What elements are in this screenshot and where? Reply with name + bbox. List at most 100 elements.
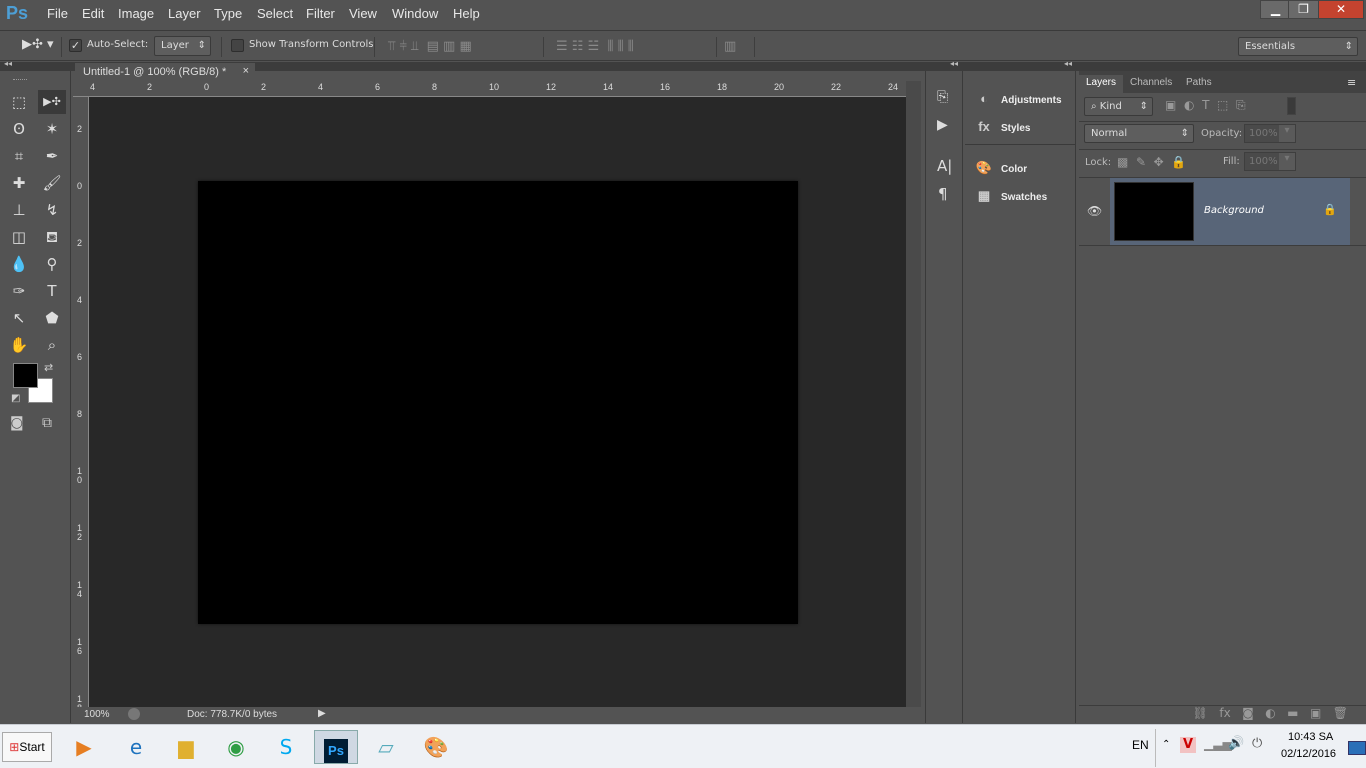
blend-mode-dropdown[interactable]: Normal ⇕	[1084, 124, 1194, 143]
history-icon[interactable]: ⎘	[937, 89, 948, 105]
skype-icon[interactable]: S	[266, 730, 306, 764]
paragraph-icon[interactable]: ¶	[938, 185, 948, 203]
menu-filter[interactable]: Filter	[306, 6, 335, 21]
workspace-dropdown[interactable]: Essentials ⇕	[1238, 37, 1358, 56]
default-colors-icon[interactable]: ◩	[11, 393, 20, 404]
dodge-tool-icon[interactable]: ⚲	[38, 252, 66, 276]
type-tool-icon[interactable]: T	[38, 279, 66, 303]
clock-date[interactable]: 02/12/2016	[1281, 748, 1336, 760]
magic-wand-tool-icon[interactable]: ✶	[38, 117, 66, 141]
zoom-tool-icon[interactable]: ⌕	[38, 333, 66, 357]
status-arrow-icon[interactable]: ▶	[318, 708, 326, 719]
blur-tool-icon[interactable]: 💧	[5, 252, 33, 276]
media-player-icon[interactable]: ▶	[64, 730, 104, 764]
lasso-tool-icon[interactable]: ʘ	[5, 117, 33, 141]
notepad-icon[interactable]: ▱	[366, 730, 406, 764]
filter-toggle[interactable]	[1287, 97, 1296, 115]
eraser-tool-icon[interactable]: ◫	[5, 225, 33, 249]
visibility-eye-icon[interactable]: 👁	[1087, 204, 1102, 218]
quick-mask-icon[interactable]: ◙	[10, 415, 24, 431]
move-tool-icon[interactable]: ▶✣	[38, 90, 66, 114]
eyedropper-tool-icon[interactable]: ✒	[38, 144, 66, 168]
clock-time[interactable]: 10:43 SA	[1288, 731, 1333, 743]
shape-tool-icon[interactable]: ⬟	[38, 306, 66, 330]
brush-tool-icon[interactable]: 🖌	[38, 171, 66, 195]
close-tab-icon[interactable]: ×	[243, 65, 249, 77]
group-folder-icon[interactable]: ▬	[1287, 706, 1298, 720]
opacity-input[interactable]: 100% ▾	[1244, 124, 1296, 143]
menu-window[interactable]: Window	[392, 6, 438, 21]
hand-tool-icon[interactable]: ✋	[5, 333, 33, 357]
collapse-icon[interactable]: ◂◂	[1064, 59, 1072, 68]
healing-tool-icon[interactable]: ✚	[5, 171, 33, 195]
show-hidden-icons[interactable]: ⌃	[1162, 739, 1170, 750]
mask-icon[interactable]: ◙	[1242, 706, 1254, 720]
internet-explorer-icon[interactable]: e	[116, 730, 156, 764]
actions-play-icon[interactable]: ▶	[937, 117, 948, 133]
stamp-tool-icon[interactable]: ⊥	[5, 198, 33, 222]
trash-icon[interactable]: 🗑	[1333, 706, 1348, 720]
close-button[interactable]: ✕	[1318, 0, 1364, 19]
menu-layer[interactable]: Layer	[168, 6, 201, 21]
paint-bucket-tool-icon[interactable]: ⛾	[38, 225, 66, 249]
history-brush-tool-icon[interactable]: ↯	[38, 198, 66, 222]
start-button[interactable]: ⊞Start	[2, 732, 52, 762]
path-select-tool-icon[interactable]: ↖	[5, 306, 33, 330]
pen-tool-icon[interactable]: ✑	[5, 279, 33, 303]
move-tool-preset-icon[interactable]: ▶✣ ▾	[22, 37, 54, 52]
minimize-button[interactable]: ▁	[1260, 0, 1291, 19]
layer-row[interactable]: 👁 Background 🔒	[1079, 178, 1366, 246]
link-layers-icon[interactable]: ⛓	[1193, 706, 1208, 720]
menu-image[interactable]: Image	[118, 6, 154, 21]
collapse-icon[interactable]: ◂◂	[950, 59, 958, 68]
document-canvas[interactable]	[198, 181, 798, 624]
swap-colors-icon[interactable]: ⇄	[44, 361, 53, 374]
auto-select-checkbox[interactable]: ✓	[69, 39, 82, 52]
filter-type-icons[interactable]: ▣ ◐ T ⬚ ⎘	[1165, 98, 1246, 113]
language-indicator[interactable]: EN	[1132, 738, 1149, 752]
antivirus-icon[interactable]: V	[1180, 737, 1196, 753]
panel-styles[interactable]: fx Styles	[975, 119, 1030, 134]
fx-icon[interactable]: fx	[1219, 706, 1230, 720]
panel-menu-icon[interactable]: ≡	[1347, 76, 1356, 89]
chevron-down-icon[interactable]: ▾	[1279, 153, 1295, 170]
chevron-down-icon[interactable]: ▾	[1279, 125, 1295, 142]
menu-view[interactable]: View	[349, 6, 377, 21]
new-layer-icon[interactable]: ▣	[1310, 706, 1321, 720]
menu-edit[interactable]: Edit	[82, 6, 104, 21]
tab-channels[interactable]: Channels	[1123, 75, 1179, 93]
restore-button[interactable]: ❐	[1288, 0, 1319, 19]
vertical-ruler[interactable]: 2024681012141618	[73, 97, 89, 713]
foreground-color-swatch[interactable]	[13, 363, 38, 388]
power-plug-icon[interactable]: ⏻	[1252, 736, 1262, 751]
zoom-level[interactable]: 100%	[84, 709, 110, 720]
adjustment-layer-icon[interactable]: ◐	[1265, 706, 1275, 720]
filter-kind-dropdown[interactable]: ⌕ Kind ⇕	[1084, 97, 1153, 116]
volume-icon[interactable]: 🔊	[1228, 736, 1244, 751]
layer-name[interactable]: Background	[1204, 205, 1264, 216]
file-explorer-icon[interactable]: ▆	[166, 730, 206, 764]
menu-help[interactable]: Help	[453, 6, 480, 21]
auto-select-target-dropdown[interactable]: Layer ⇕	[154, 36, 211, 56]
collapse-icon[interactable]: ◂◂	[4, 59, 12, 68]
menu-file[interactable]: File	[47, 6, 68, 21]
distribute-buttons[interactable]: ☰ ☷ ☱ ⫼ ⫼ ⫼	[556, 39, 634, 54]
tab-layers[interactable]: Layers	[1079, 75, 1124, 93]
lock-icons[interactable]: ▩ ✎ ✥ 🔒	[1117, 155, 1186, 169]
status-menu-icon[interactable]	[128, 708, 140, 720]
tab-paths[interactable]: Paths	[1179, 75, 1219, 93]
show-transform-checkbox[interactable]	[231, 39, 244, 52]
horizontal-ruler[interactable]: 4 2 0 2 4 6 8 10 12 14 16 18 20 22 24	[73, 81, 906, 97]
paint-icon[interactable]: 🎨	[416, 730, 456, 764]
menu-type[interactable]: Type	[214, 6, 242, 21]
screen-mode-icon[interactable]: ⧉	[42, 415, 52, 431]
auto-align-button[interactable]: ▥	[724, 39, 736, 54]
show-desktop-icon[interactable]	[1348, 741, 1366, 755]
align-buttons[interactable]: ⫪ ⫩ ⫫ ▤ ▥ ▦	[388, 39, 472, 54]
tools-grip[interactable]	[13, 79, 27, 82]
document-tab[interactable]: Untitled-1 @ 100% (RGB/8) * ×	[75, 63, 255, 81]
chrome-icon[interactable]: ◉	[216, 730, 256, 764]
panel-color[interactable]: 🎨 Color	[975, 160, 1027, 176]
panel-swatches[interactable]: ▦ Swatches	[975, 188, 1047, 204]
character-icon[interactable]: A|	[937, 157, 952, 175]
